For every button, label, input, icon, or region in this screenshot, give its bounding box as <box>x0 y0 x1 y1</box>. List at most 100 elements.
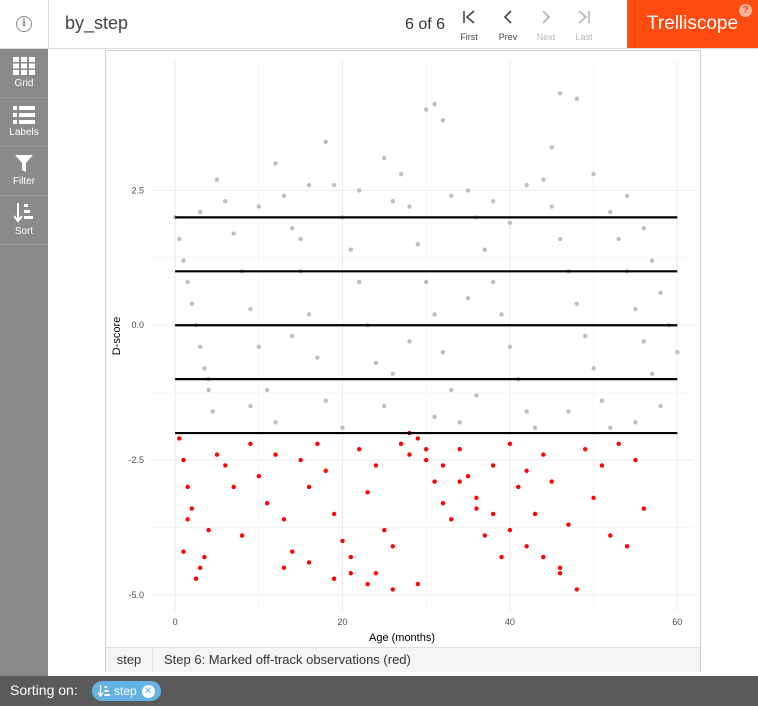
data-point-off-track <box>641 506 646 511</box>
data-point-on-track <box>557 236 563 242</box>
sort-chip[interactable]: step ✕ <box>92 681 161 701</box>
sort-icon <box>14 203 33 223</box>
data-point-on-track <box>449 387 454 393</box>
grid-layer <box>150 61 694 611</box>
data-point-on-track <box>465 188 471 193</box>
cognostic-row: step Step 6: Marked off-track observatio… <box>106 647 700 672</box>
data-point-off-track <box>290 549 295 554</box>
data-point-off-track <box>256 473 261 479</box>
data-point-off-track <box>214 452 220 457</box>
data-point-on-track <box>490 279 496 285</box>
data-point-off-track <box>423 457 429 463</box>
data-point-on-track <box>206 387 211 393</box>
data-point-off-track <box>532 511 538 517</box>
data-point-off-track <box>340 538 345 544</box>
data-point-on-track <box>214 177 220 182</box>
data-point-off-track <box>465 473 471 479</box>
sort-ascending-icon <box>98 685 110 697</box>
data-point-on-track <box>574 301 580 306</box>
data-point-on-track <box>198 209 203 215</box>
data-point-off-track <box>507 527 513 533</box>
data-point-on-track <box>185 279 190 285</box>
nav-last-label: Last <box>575 32 593 42</box>
data-point-on-track <box>415 242 421 247</box>
data-point-on-track <box>608 209 613 215</box>
data-point-on-track <box>390 198 395 204</box>
data-point-on-track <box>273 161 278 166</box>
nav-next-button[interactable]: Next <box>529 8 563 42</box>
data-point-on-track <box>591 366 596 371</box>
data-point-on-track <box>490 198 496 204</box>
data-point-on-track <box>177 236 182 242</box>
nav-prev-button[interactable]: Prev <box>491 8 525 42</box>
data-point-on-track <box>432 414 437 420</box>
data-point-off-track <box>557 565 563 571</box>
data-point-off-track <box>281 517 287 522</box>
data-point-on-track <box>256 344 261 349</box>
sidebar-item-label: Sort <box>14 226 34 237</box>
data-point-off-track <box>474 506 479 511</box>
data-point-off-track <box>231 484 236 490</box>
data-point-on-track <box>649 371 655 376</box>
data-point-on-track <box>649 258 655 263</box>
plot-background <box>150 61 694 611</box>
data-point-on-track <box>306 312 312 317</box>
info-icon: i <box>16 16 32 32</box>
close-icon[interactable]: ✕ <box>141 684 155 698</box>
data-point-off-track <box>315 441 320 447</box>
data-point-on-track <box>340 425 345 430</box>
sidebar-item-grid[interactable]: Grid <box>0 49 48 98</box>
data-point-off-track <box>524 544 529 549</box>
data-point-on-track <box>482 247 487 252</box>
data-point-on-track <box>423 107 429 112</box>
footer-bar: Sorting on: step ✕ <box>0 676 758 706</box>
data-point-on-track <box>281 193 287 199</box>
data-point-on-track <box>641 225 646 231</box>
data-point-off-track <box>306 560 312 565</box>
data-point-off-track <box>440 500 446 506</box>
data-point-off-track <box>202 554 207 560</box>
data-point-on-track <box>633 420 638 425</box>
help-icon[interactable]: ? <box>739 4 752 17</box>
x-tick-label: 60 <box>672 617 682 627</box>
data-point-off-track <box>499 554 504 560</box>
data-point-off-track <box>415 436 421 441</box>
data-point-on-track <box>223 198 228 204</box>
data-point-off-track <box>541 554 546 560</box>
data-point-off-track <box>624 544 630 549</box>
data-point-off-track <box>549 479 554 484</box>
data-point-off-track <box>223 463 228 468</box>
sidebar-item-sort[interactable]: Sort <box>0 196 48 245</box>
trellis-panel[interactable]: 0 20 40 60 2.5 0.0 -2.5 -5.0 Age (months) D-score… <box>105 50 701 672</box>
data-point-on-track <box>624 193 630 199</box>
data-point-on-track <box>440 349 446 355</box>
sidebar-item-filter[interactable]: Filter <box>0 147 48 196</box>
data-point-off-track <box>566 522 571 527</box>
data-point-on-track <box>557 91 563 96</box>
nav-last-button[interactable]: Last <box>567 8 601 42</box>
data-point-on-track <box>675 349 680 355</box>
info-button[interactable]: i <box>0 0 49 48</box>
data-point-off-track <box>432 479 437 484</box>
data-point-on-track <box>524 182 529 188</box>
data-point-on-track <box>591 172 596 177</box>
data-point-off-track <box>331 576 337 581</box>
data-point-on-track <box>583 333 588 339</box>
data-point-off-track <box>591 495 596 500</box>
y-tick-label: -2.5 <box>128 455 144 465</box>
data-point-off-track <box>306 484 312 490</box>
filter-icon <box>15 155 33 172</box>
chevron-left-icon <box>491 8 525 30</box>
data-point-off-track <box>281 565 287 571</box>
data-point-off-track <box>189 506 195 511</box>
data-point-off-track <box>423 447 429 452</box>
data-point-on-track <box>298 236 303 242</box>
x-tick-label: 20 <box>337 617 347 627</box>
data-point-off-track <box>541 452 546 457</box>
sidebar-item-labels[interactable]: Labels <box>0 98 48 147</box>
data-point-on-track <box>432 312 437 317</box>
nav-first-button[interactable]: First <box>452 8 486 42</box>
data-point-on-track <box>440 118 446 123</box>
trelliscope-brand[interactable]: Trelliscope ? <box>627 0 758 48</box>
data-point-on-track <box>323 139 328 145</box>
